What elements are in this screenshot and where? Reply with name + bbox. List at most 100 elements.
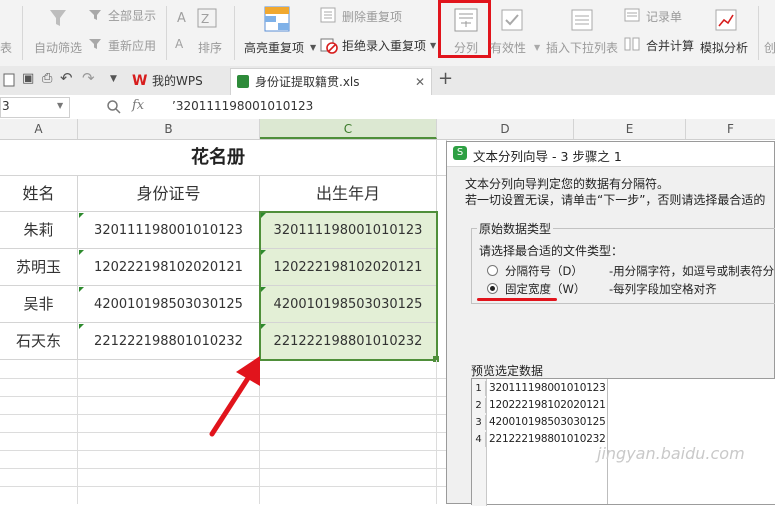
error-indicator-icon [79, 213, 84, 218]
table-row-name[interactable]: 石天东 [0, 323, 78, 360]
consolidate-button[interactable]: 合并计算 [624, 35, 698, 55]
show-all-button[interactable]: 全部显示 [88, 6, 162, 26]
formula-content[interactable]: ’320111198001010123 [172, 99, 313, 113]
sheet-title-cell[interactable]: 花名册 [0, 140, 437, 176]
table-row-id[interactable]: 120222198102020121 [78, 249, 260, 286]
svg-text:A: A [175, 37, 184, 51]
analysis-icon [715, 9, 737, 31]
delete-duplicates-label: 删除重复项 [342, 10, 403, 24]
close-tab-icon[interactable]: ✕ [415, 70, 425, 94]
table-row-name[interactable]: 吴非 [0, 286, 78, 323]
delete-duplicates-button[interactable]: 删除重复项 [318, 6, 428, 26]
header-name-cell[interactable]: 姓名 [0, 176, 78, 212]
data-type-group-label: 原始数据类型 [477, 220, 554, 237]
chevron-down-icon: ▼ [57, 101, 64, 110]
text-to-columns-wizard-dialog: S 文本分列向导 - 3 步骤之 1 文本分列向导判定您的数据有分隔符。 若一切… [446, 141, 775, 506]
preview-column-divider [607, 379, 608, 504]
header-birth-cell[interactable]: 出生年月 [260, 176, 437, 212]
ribbon-separator [22, 6, 23, 60]
show-all-label: 全部显示 [108, 9, 157, 23]
autofilter-button[interactable]: 自动筛选 [30, 4, 86, 60]
chevron-down-icon: ▼ [310, 43, 317, 52]
print-icon[interactable]: ⎙ [42, 71, 52, 86]
column-header-bar: A B C D E F [0, 119, 775, 140]
undo-icon[interactable]: ↶ [60, 69, 73, 87]
tab-file-label: 身份证提取籍贯.xls [255, 75, 360, 89]
zoom-icon[interactable] [106, 99, 122, 115]
id-value: 221222198801010232 [94, 334, 243, 349]
consolidate-icon [624, 37, 640, 51]
funnel-small-icon [89, 10, 101, 20]
add-tab-button[interactable]: + [438, 68, 453, 89]
radio-fixed-width-label: 固定宽度（W） [505, 282, 586, 296]
id-value: 320111198001010123 [94, 223, 243, 238]
ribbon-separator [234, 6, 235, 60]
radio-delimited-circle [487, 265, 498, 276]
ribbon-separator [166, 6, 167, 60]
what-if-analysis-label: 模拟分析 [700, 41, 749, 55]
redo-icon[interactable]: ↷ [82, 69, 95, 87]
preview-row-value: 320111198001010123 [489, 382, 606, 394]
table-row-id[interactable]: 420010198503030125 [78, 286, 260, 323]
header-id-cell[interactable]: 身份证号 [78, 176, 260, 212]
id-value: 420010198503030125 [94, 297, 243, 312]
reject-duplicates-button[interactable]: 拒绝录入重复项 ▼ [318, 35, 438, 55]
column-header-b[interactable]: B [78, 119, 260, 139]
record-form-label: 记录单 [646, 10, 683, 24]
svg-text:A: A [177, 11, 186, 26]
funnel-reapply-icon [89, 39, 101, 49]
highlight-duplicates-button[interactable]: 高亮重复项 ▼ [240, 4, 316, 60]
radio-delimited[interactable]: 分隔符号（D） -用分隔字符，如逗号或制表符分隔每 [487, 263, 775, 279]
preview-row-number: 1 [472, 381, 486, 396]
name-box-value: 3 [2, 99, 10, 113]
record-form-button[interactable]: 记录单 [624, 6, 694, 26]
wps-sheet-icon: S [453, 146, 467, 160]
table-row-name[interactable]: 苏明玉 [0, 249, 78, 286]
preview-row-number: 3 [472, 415, 486, 430]
reject-duplicates-label: 拒绝录入重复项 [342, 39, 427, 53]
error-indicator-icon [79, 250, 84, 255]
dialog-title: 文本分列向导 - 3 步骤之 1 [473, 149, 622, 164]
table-row-name[interactable]: 朱莉 [0, 212, 78, 249]
error-indicator-icon [79, 324, 84, 329]
reapply-button[interactable]: 重新应用 [88, 35, 162, 55]
sort-button[interactable]: AZ A 排序 [172, 4, 226, 60]
name-box[interactable]: 3 ▼ [0, 97, 70, 118]
red-arrow-annotation [209, 356, 260, 437]
fx-icon[interactable]: fx [132, 98, 144, 113]
red-underline-annotation [477, 298, 557, 301]
save-icon[interactable]: ▣ [22, 71, 34, 86]
radio-fixed-width-desc: -每列字段加空格对齐 [609, 282, 717, 296]
tab-my-wps[interactable]: W 我的WPS [130, 69, 230, 93]
sort-za-icon: A [175, 37, 184, 51]
radio-fixed-width[interactable]: 固定宽度（W） -每列字段加空格对齐 [487, 281, 775, 297]
what-if-analysis-button[interactable]: 模拟分析 [700, 4, 754, 60]
consolidate-label: 合并计算 [646, 39, 695, 53]
insert-dropdown-list-button[interactable]: 插入下拉列表 [546, 4, 620, 60]
tab-file-active[interactable]: 身份证提取籍贯.xls ✕ [230, 68, 432, 96]
radio-fixed-width-circle [487, 283, 498, 294]
column-header-a[interactable]: A [0, 119, 78, 139]
highlight-duplicates-label: 高亮重复项 [244, 41, 305, 55]
spreadsheet-icon [237, 75, 249, 88]
quick-access-chevron-icon[interactable]: ▼ [110, 74, 117, 84]
preview-row-value: 221222198801010232 [489, 433, 606, 445]
highlight-annotation-box [438, 0, 491, 58]
validity-button[interactable]: 有效性 ▼ [490, 4, 542, 60]
chevron-down-icon: ▼ [534, 43, 541, 52]
sort-label: 排序 [198, 41, 223, 55]
dialog-title-bar[interactable]: S 文本分列向导 - 3 步骤之 1 [447, 142, 774, 167]
highlight-grid-icon [264, 6, 290, 32]
sort-az-icon: AZ [177, 8, 217, 28]
wps-logo-icon: W [132, 73, 148, 89]
ribbon-separator [758, 6, 759, 60]
column-header-d[interactable]: D [437, 119, 574, 139]
table-row-id[interactable]: 320111198001010123 [78, 212, 260, 249]
column-header-f[interactable]: F [686, 119, 775, 139]
formula-bar: 3 ▼ fx ’320111198001010123 [0, 95, 775, 120]
column-header-c[interactable]: C [260, 119, 437, 139]
preview-row-number: 4 [472, 432, 486, 447]
preview-data-box[interactable]: 1 320111198001010123 2 12022219810202012… [471, 378, 775, 506]
column-header-e[interactable]: E [574, 119, 686, 139]
tab-my-wps-label: 我的WPS [152, 74, 203, 88]
